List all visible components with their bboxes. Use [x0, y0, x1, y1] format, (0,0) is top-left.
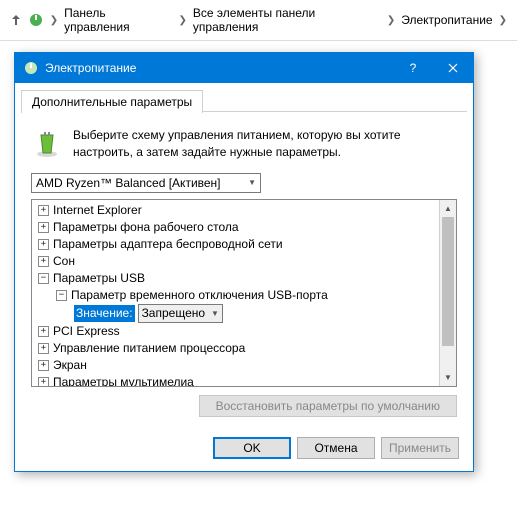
tree-item-usb-suspend[interactable]: −Параметр временного отключения USB-порт…: [32, 287, 439, 304]
tree-item-usb[interactable]: −Параметры USB: [32, 270, 439, 287]
scroll-down-icon[interactable]: ▼: [440, 369, 456, 386]
power-plan-value: AMD Ryzen™ Balanced [Активен]: [36, 176, 221, 190]
battery-icon: [31, 127, 63, 159]
titlebar: Электропитание ?: [15, 53, 473, 83]
tree-item-cpu[interactable]: +Управление питанием процессора: [32, 340, 439, 357]
power-options-icon: [23, 60, 39, 76]
breadcrumb-item[interactable]: Панель управления: [64, 6, 172, 34]
breadcrumb-item[interactable]: Все элементы панели управления: [193, 6, 381, 34]
power-options-icon: [28, 12, 44, 28]
settings-tree: +Internet Explorer +Параметры фона рабоч…: [31, 199, 457, 387]
expand-icon[interactable]: +: [38, 239, 49, 250]
collapse-icon[interactable]: −: [56, 290, 67, 301]
breadcrumb: ❯ Панель управления ❯ Все элементы панел…: [0, 0, 517, 41]
tree-item-wifi[interactable]: +Параметры адаптера беспроводной сети: [32, 236, 439, 253]
chevron-right-icon: ❯: [177, 15, 189, 26]
content: Выберите схему управления питанием, кото…: [15, 113, 473, 427]
tree-item-usb-value[interactable]: Значение: Запрещено ▼: [32, 304, 439, 323]
up-icon[interactable]: [8, 12, 24, 28]
expand-icon[interactable]: +: [38, 256, 49, 267]
tree-item-sleep[interactable]: +Сон: [32, 253, 439, 270]
scroll-track[interactable]: [440, 217, 456, 369]
close-button[interactable]: [433, 53, 473, 83]
ok-button[interactable]: OK: [213, 437, 291, 459]
info-row: Выберите схему управления питанием, кото…: [31, 127, 457, 161]
tree-item-desktop-bg[interactable]: +Параметры фона рабочего стола: [32, 219, 439, 236]
expand-icon[interactable]: +: [38, 222, 49, 233]
expand-icon[interactable]: +: [38, 360, 49, 371]
value-label: Значение:: [74, 305, 135, 322]
dialog-buttons: OK Отмена Применить: [15, 427, 473, 471]
restore-row: Восстановить параметры по умолчанию: [31, 395, 457, 417]
apply-button[interactable]: Применить: [381, 437, 459, 459]
tab-advanced[interactable]: Дополнительные параметры: [21, 90, 203, 113]
scroll-thumb[interactable]: [442, 217, 454, 346]
window-title: Электропитание: [45, 61, 393, 75]
tree-item-screen[interactable]: +Экран: [32, 357, 439, 374]
info-text: Выберите схему управления питанием, кото…: [73, 127, 457, 161]
scrollbar[interactable]: ▲ ▼: [439, 200, 456, 386]
scroll-up-icon[interactable]: ▲: [440, 200, 456, 217]
chevron-right-icon: ❯: [497, 15, 509, 26]
collapse-icon[interactable]: −: [38, 273, 49, 284]
breadcrumb-item[interactable]: Электропитание: [401, 13, 492, 27]
chevron-right-icon: ❯: [48, 15, 60, 26]
help-button[interactable]: ?: [393, 53, 433, 83]
expand-icon[interactable]: +: [38, 377, 49, 386]
chevron-down-icon: ▼: [248, 178, 256, 187]
power-plan-combo[interactable]: AMD Ryzen™ Balanced [Активен] ▼: [31, 173, 261, 193]
expand-icon[interactable]: +: [38, 343, 49, 354]
expand-icon[interactable]: +: [38, 326, 49, 337]
chevron-down-icon: ▼: [211, 305, 219, 322]
expand-icon[interactable]: +: [38, 205, 49, 216]
power-options-dialog: Электропитание ? Дополнительные параметр…: [14, 52, 474, 472]
tab-row: Дополнительные параметры: [15, 83, 473, 112]
tree-item-multimedia[interactable]: +Параметры мультимелиа: [32, 374, 439, 386]
cancel-button[interactable]: Отмена: [297, 437, 375, 459]
tree-item-ie[interactable]: +Internet Explorer: [32, 202, 439, 219]
restore-defaults-button[interactable]: Восстановить параметры по умолчанию: [199, 395, 457, 417]
tree-item-pci[interactable]: +PCI Express: [32, 323, 439, 340]
value-combo[interactable]: Запрещено ▼: [138, 304, 223, 323]
chevron-right-icon: ❯: [385, 15, 397, 26]
svg-text:?: ?: [410, 62, 417, 74]
tree-body: +Internet Explorer +Параметры фона рабоч…: [32, 200, 439, 386]
